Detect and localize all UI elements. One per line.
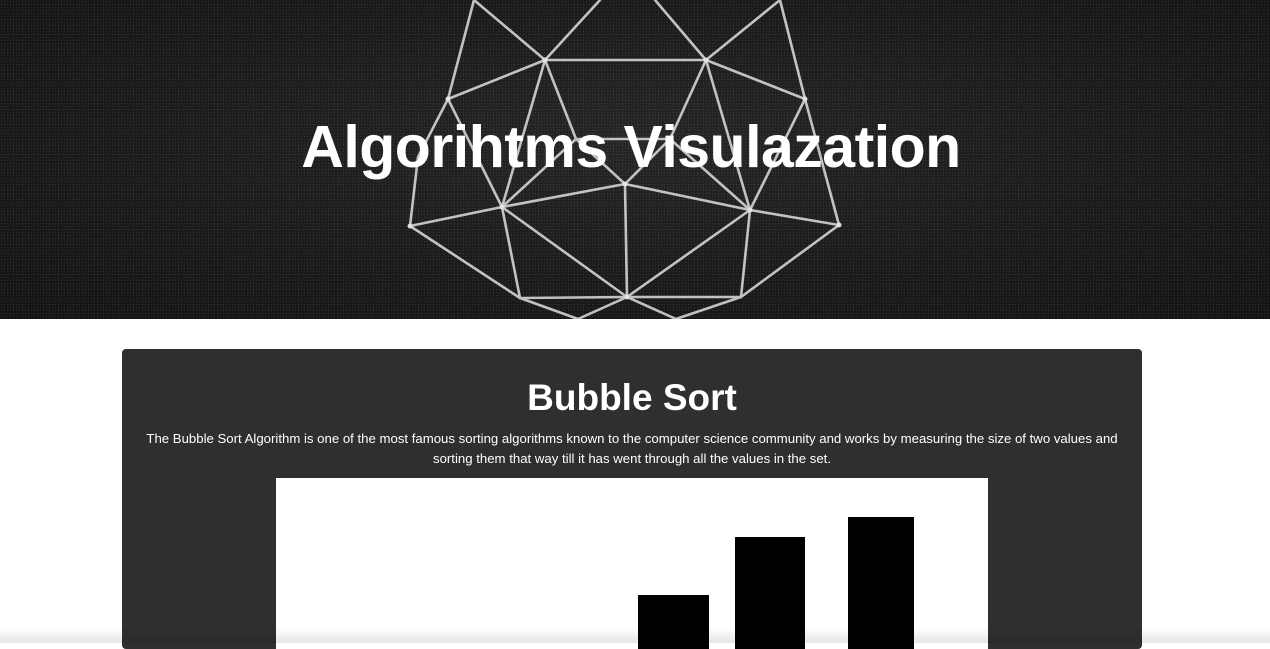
page-title: Algorihtms Visulazation xyxy=(301,114,961,180)
sort-bar-1 xyxy=(638,595,709,649)
bubble-sort-card: Bubble Sort The Bubble Sort Algorithm is… xyxy=(122,349,1142,649)
sort-bar-2 xyxy=(735,537,805,649)
hero-banner: Algorihtms Visulazation xyxy=(0,0,1270,319)
sort-chart xyxy=(638,517,914,649)
section-description: The Bubble Sort Algorithm is one of the … xyxy=(146,431,1118,466)
sort-visualization xyxy=(276,478,988,649)
section-title: Bubble Sort xyxy=(527,377,737,418)
sort-bar-3 xyxy=(848,517,914,649)
